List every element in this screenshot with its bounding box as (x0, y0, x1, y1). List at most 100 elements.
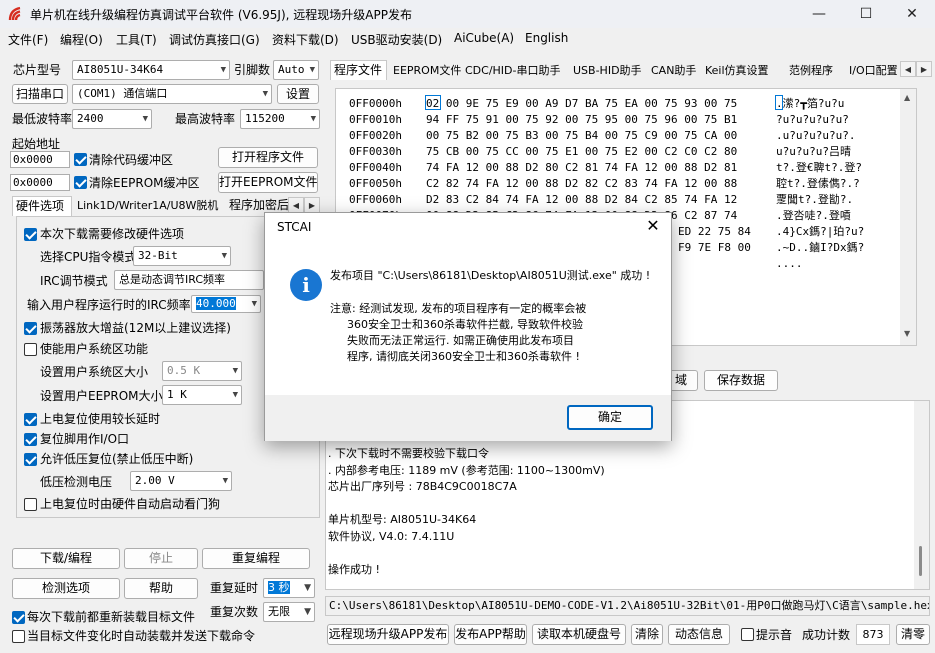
stop-button[interactable]: 停止 (124, 548, 198, 569)
chevron-down-icon: ▼ (232, 390, 238, 400)
osc-gain-checkbox[interactable] (24, 322, 37, 335)
tab-eeprom-file[interactable]: EEPROM文件 (390, 61, 464, 81)
irc-mode-value: 总是动态调节IRC频率 (119, 273, 226, 286)
chip-model-select[interactable]: AI8051U-34K64 ▼ (72, 60, 230, 80)
reset-io-checkbox[interactable] (24, 433, 37, 446)
tab-scroll-right-icon[interactable]: ▶ (304, 197, 320, 213)
repeat-count-label: 重复次数 (210, 605, 259, 619)
tab-io-config[interactable]: I/O口配置 (846, 61, 900, 81)
clear-eeprom-checkbox[interactable] (74, 176, 87, 189)
pin-count-value: Auto (278, 63, 305, 76)
hex-ascii: ?u?u?u?u?u? (776, 113, 849, 126)
tab-program-file[interactable]: 程序文件 (330, 60, 387, 80)
menu-downloads[interactable]: 资料下载(D) (272, 31, 339, 48)
com-port-value: (COM1) 通信端口 (77, 87, 168, 100)
tab-offline-writer[interactable]: Link1D/Writer1A/U8W脱机 (74, 196, 224, 216)
menu-debug[interactable]: 调试仿真接口(G) (169, 31, 260, 48)
menu-tools[interactable]: 工具(T) (116, 31, 157, 48)
scroll-up-icon[interactable]: ▲ (904, 93, 910, 102)
open-program-file-button[interactable]: 打开程序文件 (218, 147, 318, 168)
com-port-select[interactable]: (COM1) 通信端口 ▼ (72, 84, 272, 104)
auto-load-label: 当目标文件变化时自动装载并发送下载命令 (27, 629, 256, 643)
max-baud-select[interactable]: 115200 ▼ (240, 109, 320, 129)
help-button[interactable]: 帮助 (124, 578, 198, 599)
low-volt-detect-label: 低压检测电压 (40, 475, 113, 489)
download-program-button[interactable]: 下载/编程 (12, 548, 120, 569)
chevron-down-icon: ▼ (304, 583, 311, 593)
file-path-text: C:\Users\86181\Desktop\AI8051U-DEMO-CODE… (329, 599, 930, 612)
dynamic-info-button[interactable]: 动态信息 (668, 624, 730, 645)
hex-address: 0FF0010h (349, 113, 402, 126)
reload-target-checkbox[interactable] (12, 611, 25, 624)
clear-log-button[interactable]: 清除 (631, 624, 663, 645)
cpu-mode-select[interactable]: 32-Bit ▼ (133, 246, 231, 266)
close-window-button[interactable]: ✕ (889, 0, 935, 28)
scan-port-button[interactable]: 扫描串口 (12, 84, 68, 104)
tab-scroll-left-icon[interactable]: ◀ (900, 61, 916, 77)
log-line: 单片机型号: AI8051U-34K64 (328, 513, 477, 526)
menu-usb-driver[interactable]: USB驱动安装(D) (351, 31, 442, 48)
reset-count-button[interactable]: 清零 (896, 624, 930, 645)
hex-bytes: ED 22 75 84 (678, 225, 751, 238)
clear-code-checkbox[interactable] (74, 153, 87, 166)
save-data-button[interactable]: 保存数据 (704, 370, 778, 391)
log-scroll-thumb[interactable] (919, 546, 922, 576)
tab-usb-hid[interactable]: USB-HID助手 (570, 61, 645, 81)
chevron-down-icon: ▼ (221, 251, 227, 261)
low-volt-detect-value: 2.00 V (135, 474, 175, 487)
auto-load-checkbox[interactable] (12, 630, 25, 643)
low-volt-reset-checkbox[interactable] (24, 453, 37, 466)
eeprom-address-input[interactable]: 0x0000 (10, 174, 70, 191)
scroll-down-icon[interactable]: ▼ (904, 329, 910, 338)
tab-cdc-serial[interactable]: CDC/HID-串口助手 (462, 61, 564, 81)
repeat-delay-value: 3 秒 (268, 581, 290, 594)
user-eeprom-select[interactable]: 1 K ▼ (162, 385, 242, 405)
repeat-delay-select[interactable]: 3 秒 ▼ (263, 578, 315, 598)
chip-model-label: 芯片型号 (13, 63, 62, 77)
tab-scroll-right-icon[interactable]: ▶ (916, 61, 932, 77)
min-baud-select[interactable]: 2400 ▼ (72, 109, 152, 129)
pin-count-select[interactable]: Auto ▼ (273, 60, 319, 80)
user-sys-size-select[interactable]: 0.5 K ▼ (162, 361, 242, 381)
dialog-note-line-1: 注意: 经测试发现, 发布的项目程序有一定的概率会被 (330, 302, 587, 315)
log-line: 芯片出厂序列号 : 78B4C9C0018C7A (328, 480, 517, 493)
tab-hardware-options[interactable]: 硬件选项 (12, 196, 72, 216)
user-sys-checkbox[interactable] (24, 343, 37, 356)
maximize-button[interactable]: ☐ (843, 0, 889, 28)
detect-options-button[interactable]: 检测选项 (12, 578, 120, 599)
irc-mode-select[interactable]: 总是动态调节IRC频率 (114, 270, 264, 290)
menu-aicube[interactable]: AiCube(A) (454, 31, 514, 45)
log-scrollbar[interactable] (914, 401, 929, 589)
minimize-button[interactable]: — (796, 0, 842, 28)
dialog-close-icon[interactable]: ✕ (643, 216, 663, 235)
low-volt-detect-select[interactable]: 2.00 V ▼ (130, 471, 232, 491)
long-delay-checkbox[interactable] (24, 413, 37, 426)
menu-file[interactable]: 文件(F) (8, 31, 48, 48)
publish-app-button[interactable]: 远程现场升级APP发布 (327, 624, 449, 645)
modify-hw-checkbox[interactable] (24, 228, 37, 241)
repeat-count-select[interactable]: 无限 ▼ (263, 602, 315, 622)
reprogram-button[interactable]: 重复编程 (202, 548, 310, 569)
settings-button[interactable]: 设置 (277, 84, 319, 104)
tab-can[interactable]: CAN助手 (648, 61, 699, 81)
tab-scroll-left-icon[interactable]: ◀ (288, 197, 304, 213)
open-eeprom-file-button[interactable]: 打开EEPROM文件 (218, 172, 318, 193)
code-address-input[interactable]: 0x0000 (10, 151, 70, 168)
irc-freq-input[interactable]: 40.000 ▼ (191, 295, 261, 313)
menu-program[interactable]: 编程(O) (60, 31, 103, 48)
user-eeprom-label: 设置用户EEPROM大小 (40, 389, 163, 403)
dialog-ok-button[interactable]: 确定 (567, 405, 653, 430)
hex-scrollbar[interactable]: ▲ ▼ (900, 89, 916, 345)
publish-help-button[interactable]: 发布APP帮助 (454, 624, 527, 645)
hex-address: 0FF0030h (349, 145, 402, 158)
chevron-down-icon: ▼ (232, 366, 238, 376)
beep-checkbox[interactable] (741, 628, 754, 641)
tab-keil-settings[interactable]: Keil仿真设置 (702, 61, 772, 81)
hex-ascii: .登呇唗?.登嗊 (776, 209, 851, 222)
menu-english[interactable]: English (525, 31, 568, 45)
user-sys-size-label: 设置用户系统区大小 (40, 365, 149, 379)
hex-ascii: .~D..鏀I?Dx鎷? (776, 241, 865, 254)
tab-examples[interactable]: 范例程序 (786, 61, 836, 81)
read-disk-id-button[interactable]: 读取本机硬盘号 (532, 624, 626, 645)
watchdog-checkbox[interactable] (24, 498, 37, 511)
